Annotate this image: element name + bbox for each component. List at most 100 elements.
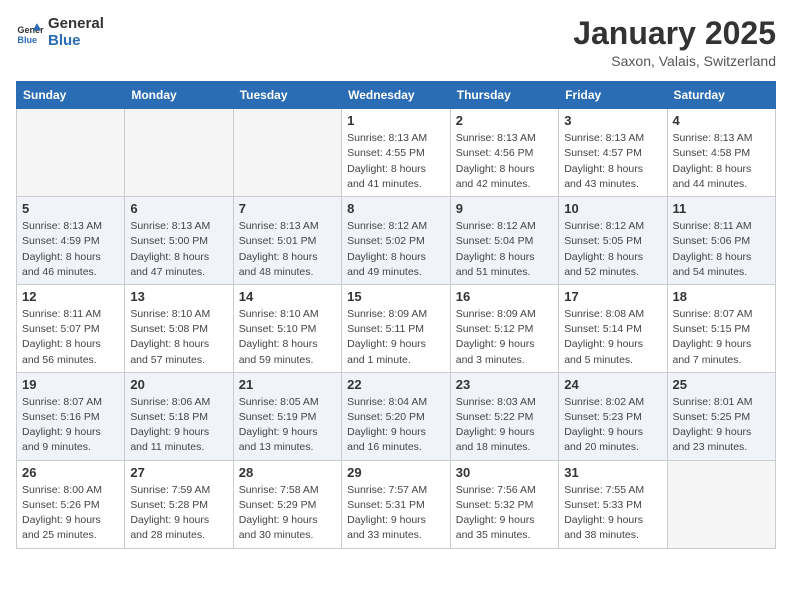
day-info: Sunrise: 8:08 AM Sunset: 5:14 PM Dayligh… [564,307,661,368]
calendar-cell: 5 Sunrise: 8:13 AM Sunset: 4:59 PM Daylig… [17,197,125,285]
day-info: Sunrise: 8:13 AM Sunset: 4:59 PM Dayligh… [22,219,119,280]
calendar-cell: 8 Sunrise: 8:12 AM Sunset: 5:02 PM Daylig… [342,197,451,285]
weekday-header-friday: Friday [559,82,667,109]
day-number: 30 [456,465,553,480]
day-number: 5 [22,201,119,216]
calendar-cell: 10 Sunrise: 8:12 AM Sunset: 5:05 PM Dayli… [559,197,667,285]
weekday-header-thursday: Thursday [450,82,558,109]
day-number: 10 [564,201,661,216]
day-number: 19 [22,377,119,392]
calendar-cell: 14 Sunrise: 8:10 AM Sunset: 5:10 PM Dayli… [233,284,341,372]
day-info: Sunrise: 8:06 AM Sunset: 5:18 PM Dayligh… [130,395,227,456]
calendar-cell: 21 Sunrise: 8:05 AM Sunset: 5:19 PM Dayli… [233,372,341,460]
day-number: 7 [239,201,336,216]
calendar-cell: 24 Sunrise: 8:02 AM Sunset: 5:23 PM Dayli… [559,372,667,460]
day-info: Sunrise: 7:55 AM Sunset: 5:33 PM Dayligh… [564,483,661,544]
week-row-3: 12Sunrise: 8:11 AM Sunset: 5:07 PM Dayli… [17,284,776,372]
calendar-cell: 27 Sunrise: 7:59 AM Sunset: 5:28 PM Dayli… [125,460,233,548]
weekday-header-tuesday: Tuesday [233,82,341,109]
day-info: Sunrise: 8:00 AM Sunset: 5:26 PM Dayligh… [22,483,119,544]
day-info: Sunrise: 8:07 AM Sunset: 5:15 PM Dayligh… [673,307,771,368]
day-info: Sunrise: 8:10 AM Sunset: 5:10 PM Dayligh… [239,307,336,368]
day-info: Sunrise: 8:12 AM Sunset: 5:05 PM Dayligh… [564,219,661,280]
day-info: Sunrise: 8:12 AM Sunset: 5:04 PM Dayligh… [456,219,553,280]
day-number: 9 [456,201,553,216]
day-number: 6 [130,201,227,216]
day-number: 25 [673,377,771,392]
weekday-header-wednesday: Wednesday [342,82,451,109]
day-info: Sunrise: 7:58 AM Sunset: 5:29 PM Dayligh… [239,483,336,544]
day-number: 21 [239,377,336,392]
calendar-cell: 13 Sunrise: 8:10 AM Sunset: 5:08 PM Dayli… [125,284,233,372]
calendar-cell: 15Sunrise: 8:09 AM Sunset: 5:11 PM Dayli… [342,284,451,372]
day-number: 22 [347,377,445,392]
day-info: Sunrise: 8:12 AM Sunset: 5:02 PM Dayligh… [347,219,445,280]
logo: General Blue General Blue [16,16,104,49]
calendar-cell: 3 Sunrise: 8:13 AM Sunset: 4:57 PM Daylig… [559,109,667,197]
day-number: 14 [239,289,336,304]
day-info: Sunrise: 8:05 AM Sunset: 5:19 PM Dayligh… [239,395,336,456]
day-info: Sunrise: 8:13 AM Sunset: 4:58 PM Dayligh… [673,131,771,192]
day-info: Sunrise: 8:10 AM Sunset: 5:08 PM Dayligh… [130,307,227,368]
calendar-cell: 2Sunrise: 8:13 AM Sunset: 4:56 PM Daylig… [450,109,558,197]
calendar-cell: 1 Sunrise: 8:13 AM Sunset: 4:55 PM Daylig… [342,109,451,197]
day-number: 17 [564,289,661,304]
day-number: 16 [456,289,553,304]
day-info: Sunrise: 8:07 AM Sunset: 5:16 PM Dayligh… [22,395,119,456]
day-info: Sunrise: 8:03 AM Sunset: 5:22 PM Dayligh… [456,395,553,456]
title-block: January 2025 Saxon, Valais, Switzerland [573,16,776,69]
day-number: 18 [673,289,771,304]
day-number: 1 [347,113,445,128]
logo-icon: General Blue [16,19,44,47]
calendar-cell: 11Sunrise: 8:11 AM Sunset: 5:06 PM Dayli… [667,197,776,285]
calendar-cell: 17 Sunrise: 8:08 AM Sunset: 5:14 PM Dayli… [559,284,667,372]
day-number: 8 [347,201,445,216]
logo-blue-text: Blue [48,33,104,50]
calendar-cell: 6 Sunrise: 8:13 AM Sunset: 5:00 PM Daylig… [125,197,233,285]
month-title: January 2025 [573,16,776,51]
calendar-cell: 20 Sunrise: 8:06 AM Sunset: 5:18 PM Dayli… [125,372,233,460]
day-number: 24 [564,377,661,392]
day-number: 28 [239,465,336,480]
day-info: Sunrise: 7:56 AM Sunset: 5:32 PM Dayligh… [456,483,553,544]
calendar-cell: 23 Sunrise: 8:03 AM Sunset: 5:22 PM Dayli… [450,372,558,460]
day-info: Sunrise: 7:59 AM Sunset: 5:28 PM Dayligh… [130,483,227,544]
location-text: Saxon, Valais, Switzerland [573,53,776,69]
calendar-table: SundayMondayTuesdayWednesdayThursdayFrid… [16,81,776,548]
calendar-cell: 31 Sunrise: 7:55 AM Sunset: 5:33 PM Dayli… [559,460,667,548]
day-number: 27 [130,465,227,480]
day-info: Sunrise: 8:09 AM Sunset: 5:12 PM Dayligh… [456,307,553,368]
calendar-cell: 22 Sunrise: 8:04 AM Sunset: 5:20 PM Dayli… [342,372,451,460]
calendar-cell: 26 Sunrise: 8:00 AM Sunset: 5:26 PM Dayli… [17,460,125,548]
day-number: 31 [564,465,661,480]
day-number: 20 [130,377,227,392]
day-info: Sunrise: 8:13 AM Sunset: 5:01 PM Dayligh… [239,219,336,280]
day-number: 23 [456,377,553,392]
week-row-1: 1 Sunrise: 8:13 AM Sunset: 4:55 PM Daylig… [17,109,776,197]
day-info: Sunrise: 8:13 AM Sunset: 4:57 PM Dayligh… [564,131,661,192]
day-number: 2 [456,113,553,128]
calendar-cell: 18 Sunrise: 8:07 AM Sunset: 5:15 PM Dayli… [667,284,776,372]
day-info: Sunrise: 8:09 AM Sunset: 5:11 PM Dayligh… [347,307,445,368]
day-number: 13 [130,289,227,304]
day-info: Sunrise: 8:04 AM Sunset: 5:20 PM Dayligh… [347,395,445,456]
week-row-5: 26 Sunrise: 8:00 AM Sunset: 5:26 PM Dayli… [17,460,776,548]
day-number: 3 [564,113,661,128]
week-row-4: 19 Sunrise: 8:07 AM Sunset: 5:16 PM Dayli… [17,372,776,460]
calendar-cell: 19 Sunrise: 8:07 AM Sunset: 5:16 PM Dayli… [17,372,125,460]
day-info: Sunrise: 8:11 AM Sunset: 5:06 PM Dayligh… [673,219,771,280]
day-info: Sunrise: 8:13 AM Sunset: 4:55 PM Dayligh… [347,131,445,192]
calendar-cell [667,460,776,548]
calendar-cell: 7 Sunrise: 8:13 AM Sunset: 5:01 PM Daylig… [233,197,341,285]
calendar-cell: 30 Sunrise: 7:56 AM Sunset: 5:32 PM Dayli… [450,460,558,548]
calendar-cell [17,109,125,197]
calendar-cell [125,109,233,197]
calendar-cell: 4Sunrise: 8:13 AM Sunset: 4:58 PM Daylig… [667,109,776,197]
day-number: 26 [22,465,119,480]
calendar-cell: 16 Sunrise: 8:09 AM Sunset: 5:12 PM Dayli… [450,284,558,372]
calendar-cell: 25Sunrise: 8:01 AM Sunset: 5:25 PM Dayli… [667,372,776,460]
calendar-cell: 12Sunrise: 8:11 AM Sunset: 5:07 PM Dayli… [17,284,125,372]
logo-general-text: General [48,16,104,33]
day-info: Sunrise: 8:02 AM Sunset: 5:23 PM Dayligh… [564,395,661,456]
day-info: Sunrise: 8:13 AM Sunset: 5:00 PM Dayligh… [130,219,227,280]
